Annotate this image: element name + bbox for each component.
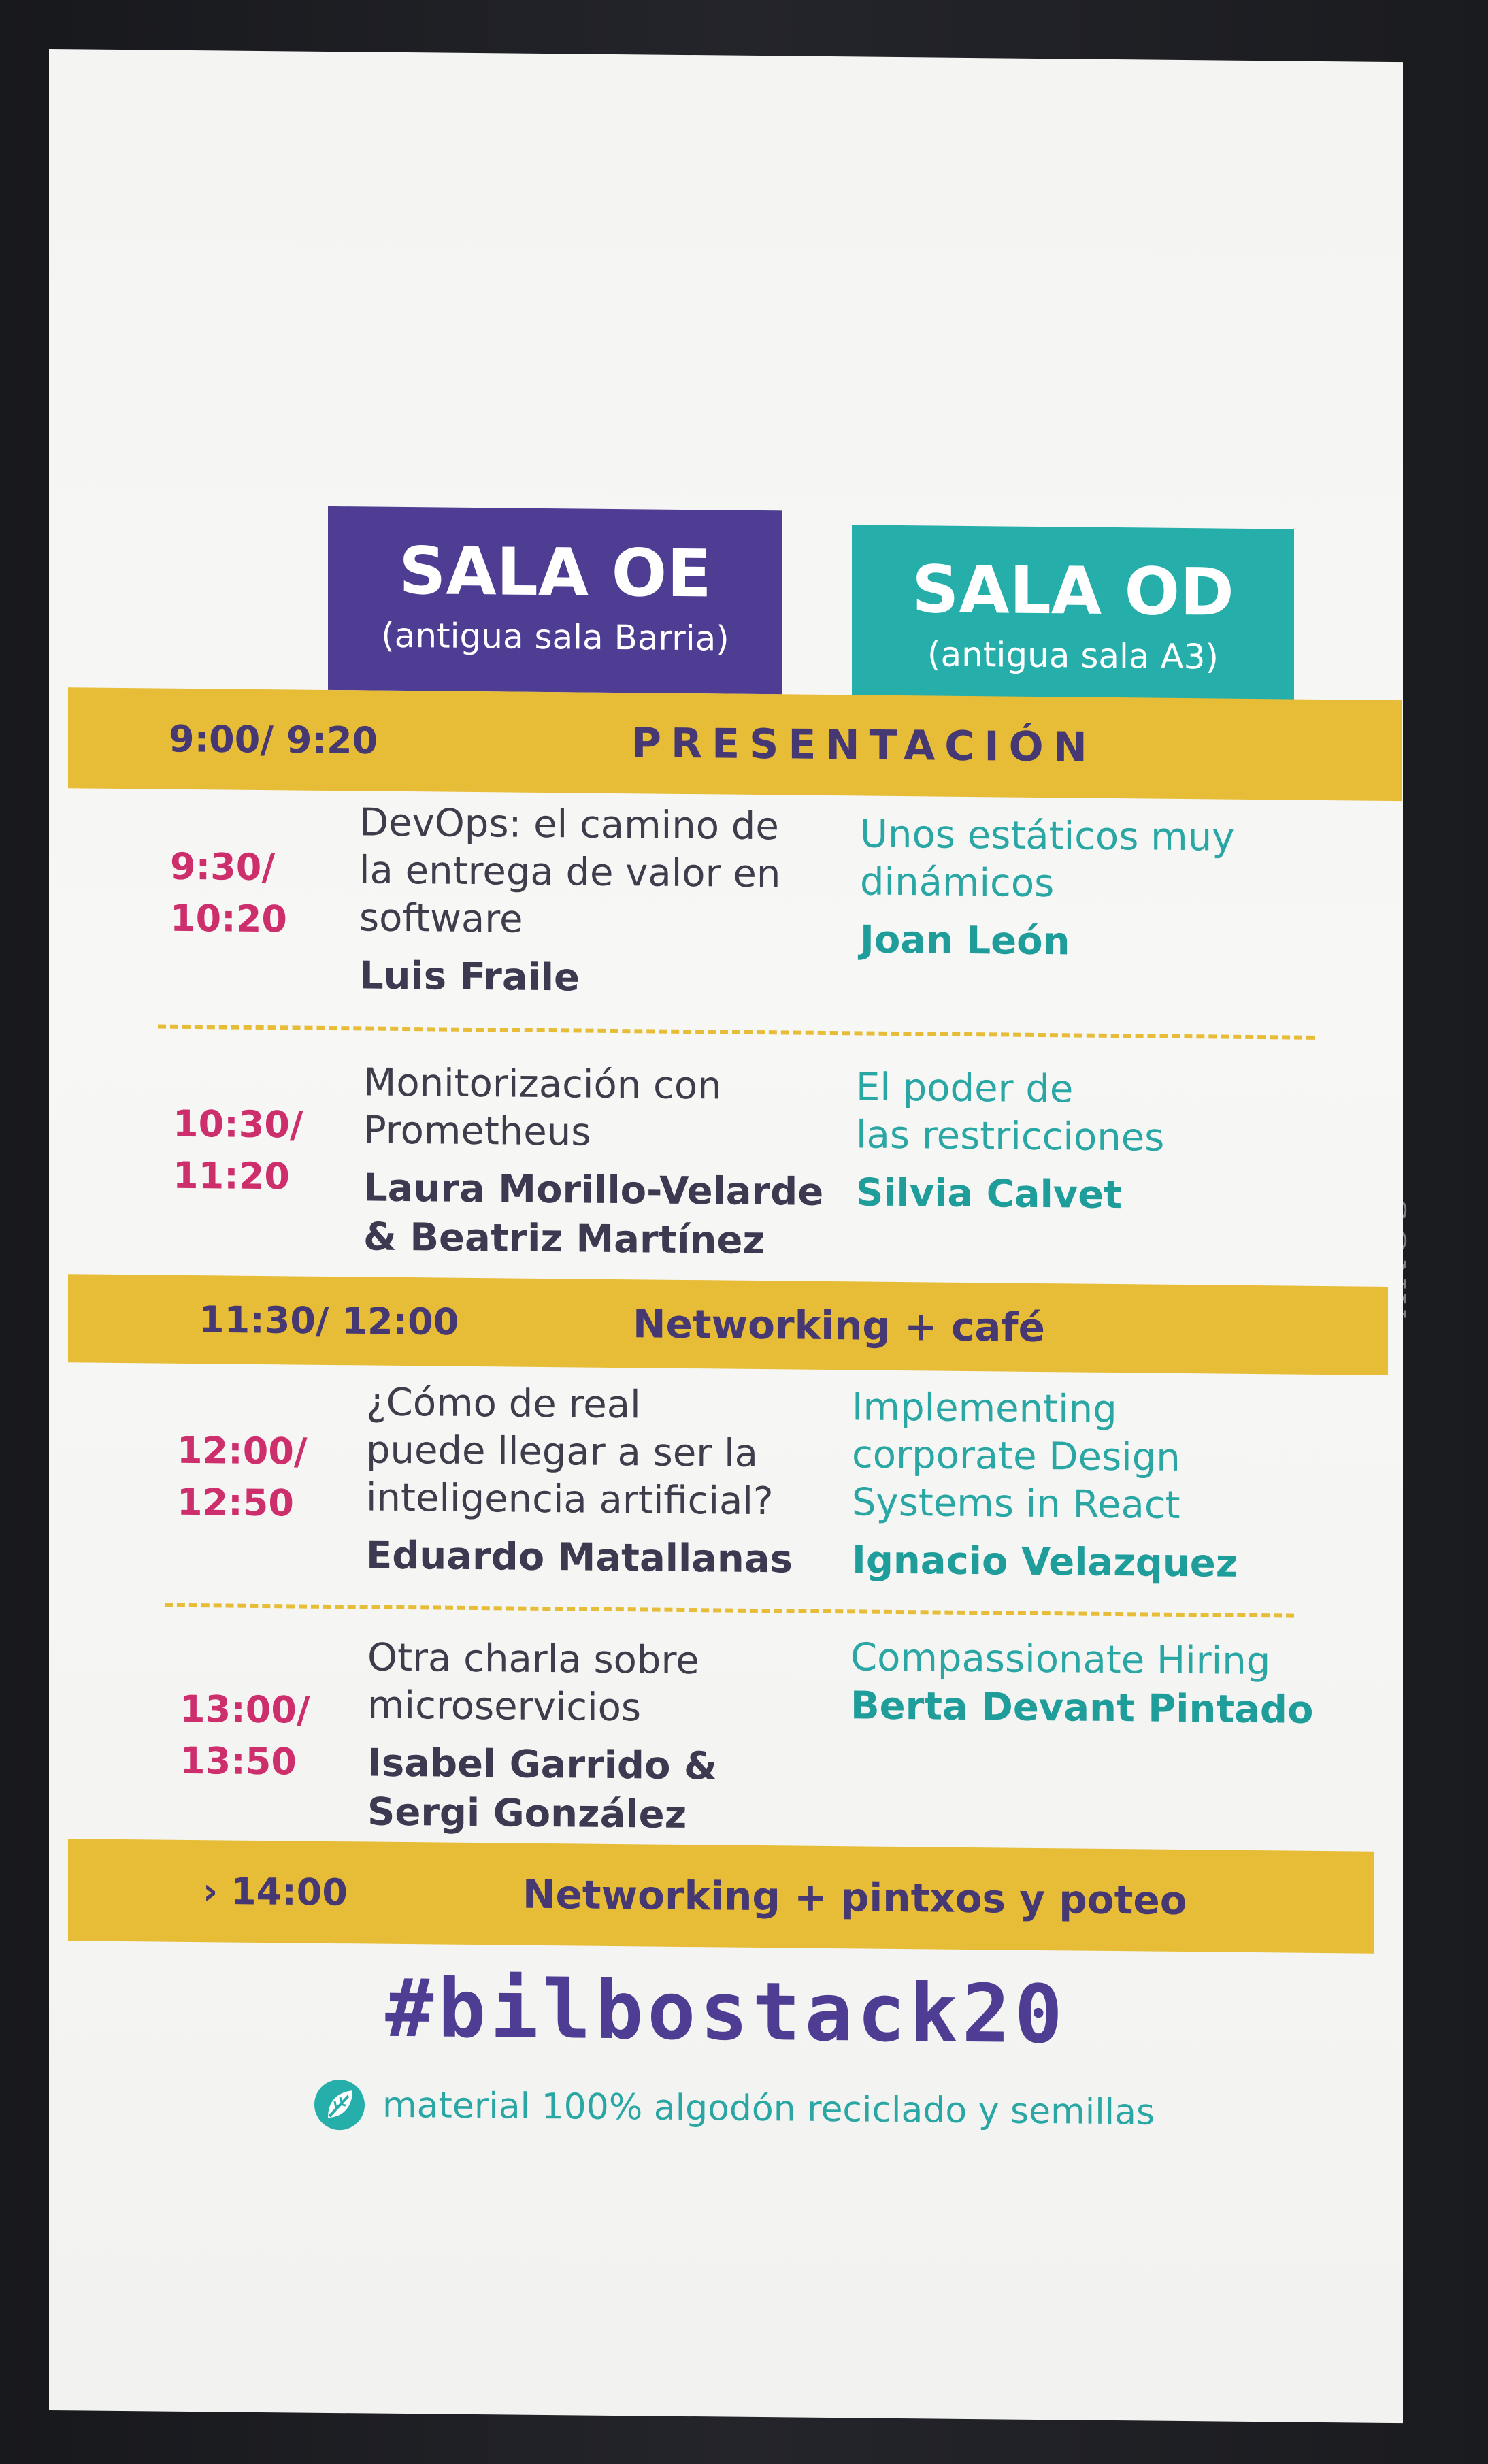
talk-od: Unos estáticos muy dinámicos Joan León (860, 810, 1234, 968)
slot-time: 13:00/ 13:50 (180, 1683, 310, 1788)
slot-time-start: 12:00/ (177, 1428, 308, 1473)
talk-oe: ¿Cómo de real puede llegar a ser la inte… (366, 1379, 793, 1584)
speaker-name: Silvia Calvet (856, 1170, 1123, 1218)
speaker-name: Isabel Garrido & (367, 1741, 717, 1789)
talk-title-line: Monitorización con (363, 1060, 722, 1108)
talk-od: Implementing corporate Design Systems in… (852, 1383, 1238, 1588)
band-networking-pintxos: › 14:00 Networking + pintxos y poteo (68, 1839, 1374, 1954)
slot-time-start: 13:00/ (180, 1687, 310, 1732)
talk-title-line: microservicios (367, 1683, 642, 1730)
room-header-od: SALA OD (antigua sala A3) (852, 525, 1294, 703)
room-name-oe: SALA OE (399, 532, 712, 612)
slot-time-end: 11:20 (173, 1153, 290, 1198)
speaker-name: Ignacio Velazquez (852, 1538, 1238, 1586)
band-time: 9:00/ 9:20 (169, 717, 378, 763)
talk-title-line: Unos estáticos muy (860, 812, 1235, 860)
slot-time-end: 13:50 (180, 1739, 297, 1784)
talk-title-line: las restricciones (856, 1113, 1165, 1160)
band-time: › 14:00 (203, 1869, 348, 1914)
talk-title-line: Prometheus (363, 1108, 591, 1155)
talk-title-line: Otra charla sobre (367, 1635, 699, 1683)
talk-title-line: corporate Design (852, 1432, 1180, 1480)
material-note-text: material 100% algodón reciclado y semill… (382, 2084, 1155, 2133)
band-networking-cafe: 11:30/ 12:00 Networking + café (68, 1274, 1388, 1375)
talk-title-line: Implementing (852, 1385, 1117, 1432)
material-note: material 100% algodón reciclado y semill… (314, 2079, 1155, 2138)
speaker-name: Sergi González (367, 1790, 687, 1837)
leaf-icon (314, 2079, 365, 2131)
slot-time: 12:00/ 12:50 (177, 1425, 308, 1530)
talk-title-line: DevOps: el camino de (359, 800, 779, 849)
slot-divider (158, 1024, 1315, 1040)
room-name-od: SALA OD (912, 551, 1234, 631)
talk-oe: Otra charla sobre microservicios Isabel … (367, 1634, 717, 1840)
talk-oe: DevOps: el camino de la entrega de valor… (359, 799, 780, 1004)
slot-divider (165, 1603, 1294, 1618)
talk-title-line: El poder de (856, 1065, 1074, 1112)
talk-title-line: la entrega de valor en (359, 848, 781, 897)
event-hashtag: #bilbostack20 (385, 1960, 1067, 2062)
band-title: Networking + pintxos y poteo (523, 1871, 1187, 1924)
speaker-name: & Beatriz Martínez (363, 1215, 765, 1264)
band-title: PRESENTACIÓN (631, 719, 1097, 772)
talk-od: El poder de las restricciones Silvia Cal… (856, 1064, 1164, 1220)
room-header-oe: SALA OE (antigua sala Barria) (328, 506, 782, 695)
speaker-name: Luis Fraile (359, 953, 580, 1000)
slot-time-end: 10:20 (170, 896, 287, 941)
slot-time-start: 9:30/ (170, 844, 276, 889)
speaker-name: Laura Morillo-Velarde (363, 1166, 824, 1215)
room-note-oe: (antigua sala Barria) (381, 615, 729, 659)
band-title: Networking + café (633, 1300, 1045, 1351)
talk-title-line: ¿Cómo de real (366, 1380, 641, 1428)
talk-title-line: puede llegar a ser la (366, 1428, 758, 1477)
talk-title-line: dinámicos (860, 859, 1055, 906)
talk-title-line: Systems in React (852, 1480, 1180, 1528)
schedule-screen: SALA OE (antigua sala Barria) SALA OD (a… (49, 49, 1403, 2424)
speaker-name: Joan León (860, 917, 1070, 964)
talk-od: Compassionate Hiring Berta Devant Pintad… (850, 1634, 1313, 1735)
talk-title-line: Compassionate Hiring (850, 1635, 1271, 1684)
talk-title-line: inteligencia artificial? (366, 1475, 774, 1524)
talk-title-line: software (359, 896, 523, 942)
slot-time-start: 10:30/ (173, 1102, 303, 1147)
speaker-name: Eduardo Matallanas (366, 1533, 793, 1582)
monitor-frame: SONY SALA OE (antigua sala Barria) SALA … (0, 0, 1488, 2464)
speaker-name: Berta Devant Pintado (850, 1683, 1314, 1732)
talk-oe: Monitorización con Prometheus Laura Mori… (363, 1059, 823, 1266)
band-time: 11:30/ 12:00 (199, 1298, 459, 1344)
slot-time: 10:30/ 11:20 (173, 1098, 303, 1203)
room-note-od: (antigua sala A3) (927, 634, 1219, 677)
slot-time-end: 12:50 (177, 1480, 294, 1525)
band-presentacion: 9:00/ 9:20 PRESENTACIÓN (68, 687, 1402, 802)
slot-time: 9:30/ 10:20 (170, 841, 287, 946)
